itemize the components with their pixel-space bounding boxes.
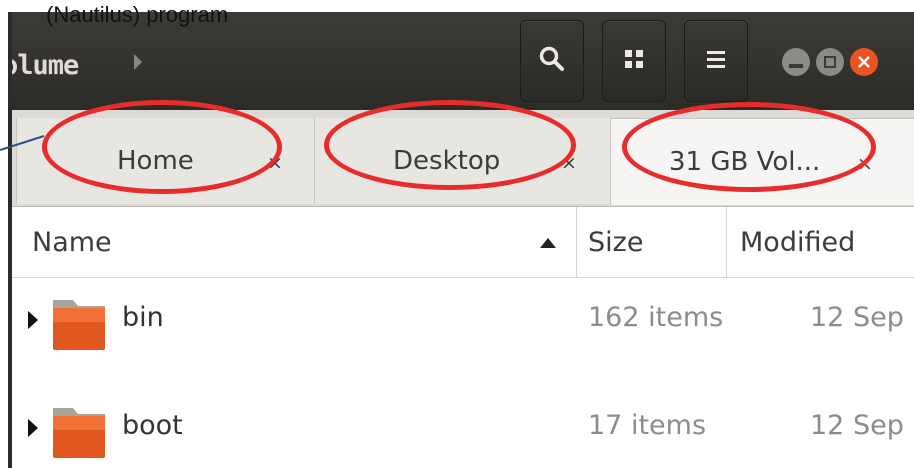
- maximize-button[interactable]: [816, 48, 844, 76]
- annotation-caption: (Nautilus) program: [46, 2, 229, 27]
- column-name-header[interactable]: Name: [32, 207, 112, 277]
- file-size: 17 items: [588, 410, 707, 441]
- column-size-header[interactable]: Size: [588, 207, 643, 277]
- search-button[interactable]: [520, 20, 584, 102]
- file-modified: 12 Sep: [810, 410, 904, 441]
- sort-ascending-icon: [540, 233, 556, 252]
- minimize-icon: [789, 53, 803, 72]
- column-divider[interactable]: [726, 207, 727, 277]
- annotation-ellipse-desktop: [324, 100, 576, 190]
- search-icon: [538, 45, 566, 77]
- column-modified-label: Modified: [740, 226, 856, 258]
- folder-icon: [50, 398, 108, 460]
- column-name-label: Name: [32, 226, 112, 258]
- column-header-row: Name Size Modified: [8, 207, 914, 278]
- annotation-ellipse-home: [42, 100, 282, 194]
- expand-arrow-icon[interactable]: [28, 310, 38, 334]
- hamburger-icon: [705, 48, 727, 74]
- minimize-button[interactable]: [782, 48, 810, 76]
- close-window-button[interactable]: [850, 48, 878, 76]
- column-size-label: Size: [588, 226, 644, 258]
- file-size: 162 items: [588, 302, 724, 333]
- folder-icon: [50, 290, 108, 352]
- file-modified: 12 Sep: [810, 302, 904, 333]
- view-toggle-button[interactable]: [602, 20, 666, 102]
- close-icon: [858, 53, 870, 72]
- expand-arrow-icon[interactable]: [28, 418, 38, 442]
- file-name: bin: [122, 302, 164, 333]
- file-name: boot: [122, 410, 183, 441]
- table-row[interactable]: boot 17 items 12 Sep: [8, 380, 914, 468]
- file-manager-window: olume Home × Desktop × 31 GB Vol... × Na…: [8, 12, 914, 468]
- grid-icon: [623, 48, 645, 74]
- annotation-ellipse-volume: [622, 102, 876, 192]
- maximize-icon: [824, 53, 836, 72]
- column-divider[interactable]: [576, 207, 577, 277]
- menu-button[interactable]: [684, 20, 748, 102]
- column-modified-header[interactable]: Modified: [740, 207, 855, 277]
- chevron-right-icon[interactable]: [120, 24, 156, 100]
- table-row[interactable]: bin 162 items 12 Sep: [8, 272, 914, 372]
